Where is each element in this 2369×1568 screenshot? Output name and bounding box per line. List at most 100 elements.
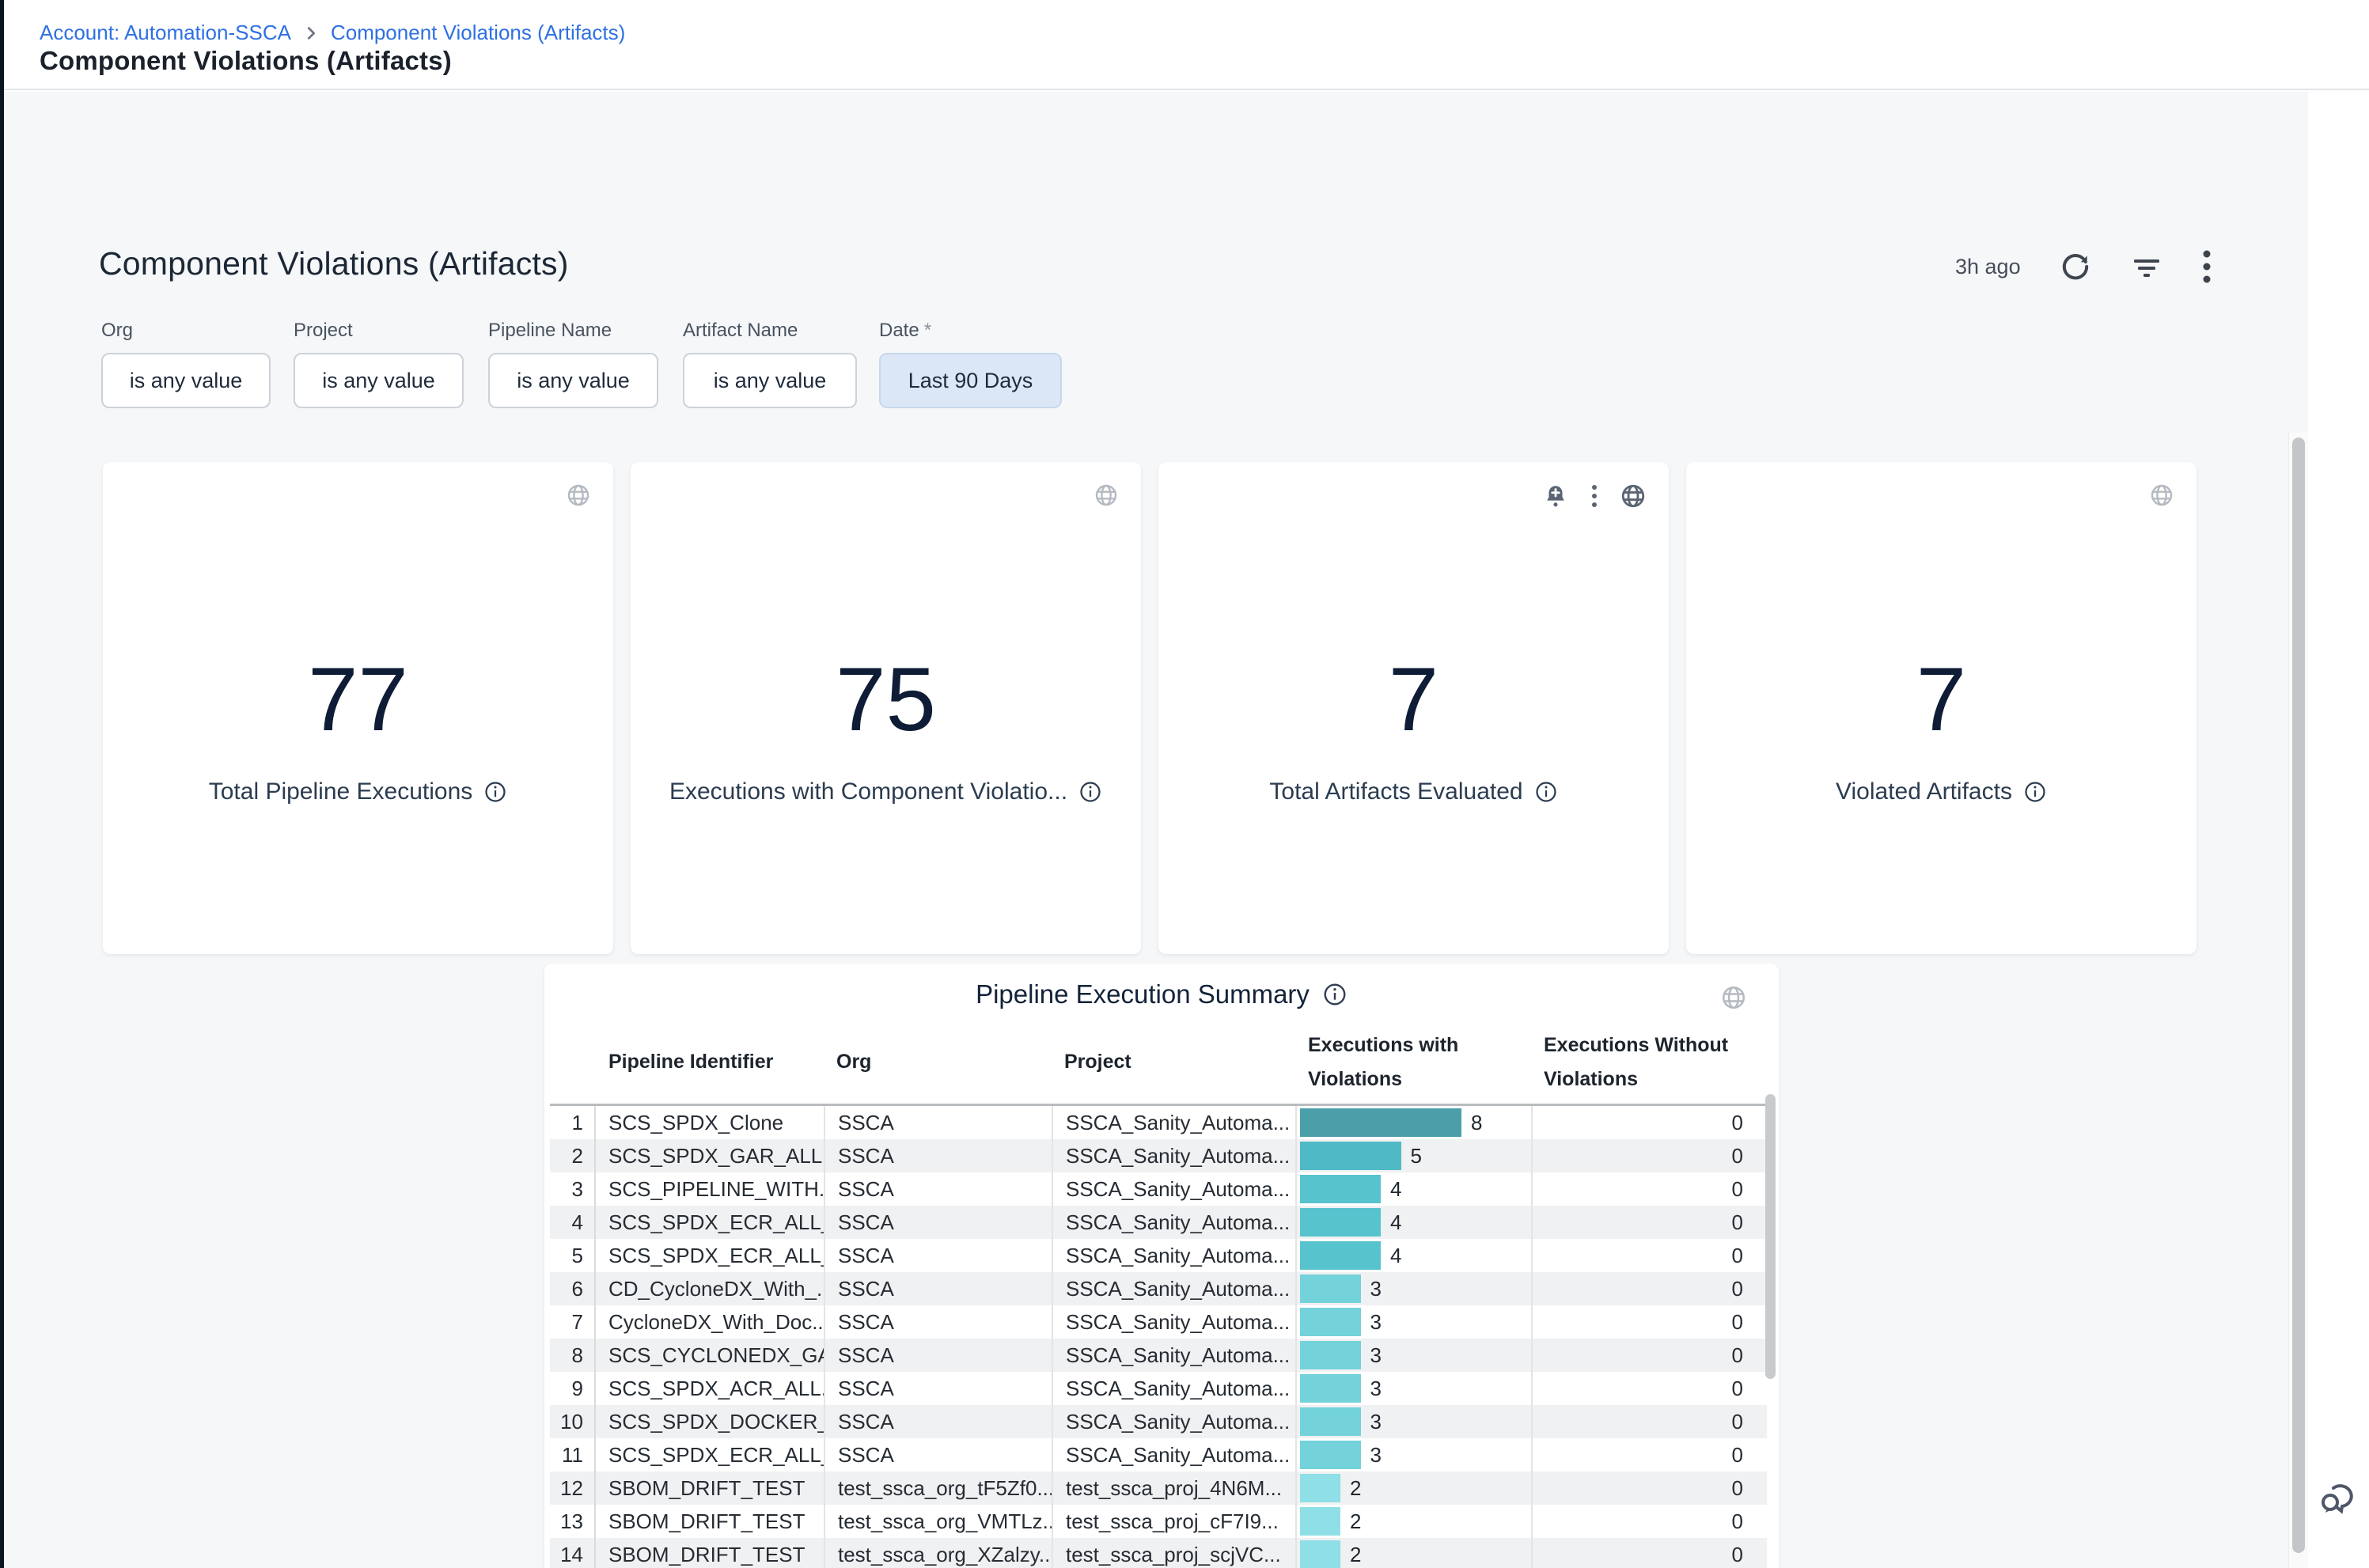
pipeline-execution-summary-card: Pipeline Execution Summary Pipeline Iden… xyxy=(544,964,1779,1568)
col-header-executions-without-violations[interactable]: Executions Without Violations xyxy=(1531,1021,1767,1104)
col-header-org[interactable]: Org xyxy=(824,1037,1052,1087)
violations-bar-value: 3 xyxy=(1370,1377,1382,1401)
violations-bar xyxy=(1300,1341,1361,1369)
table-row[interactable]: 8SCS_CYCLONEDX_GA...SSCASSCA_Sanity_Auto… xyxy=(550,1339,1767,1372)
row-number: 4 xyxy=(550,1206,596,1239)
info-icon[interactable] xyxy=(1078,780,1102,804)
filter-icon[interactable] xyxy=(2130,250,2163,283)
page-title: Component Violations (Artifacts) xyxy=(40,46,452,76)
cell-pipeline-identifier: SCS_SPDX_ACR_ALL... xyxy=(596,1372,824,1405)
cell-executions-with-violations: 8 xyxy=(1295,1106,1531,1139)
cell-org: test_ssca_org_XZalzy... xyxy=(824,1538,1052,1568)
violations-bar xyxy=(1300,1374,1361,1403)
tile-total-pipeline-executions: 77 Total Pipeline Executions xyxy=(103,462,613,954)
table-row[interactable]: 3SCS_PIPELINE_WITH...SSCASSCA_Sanity_Aut… xyxy=(550,1172,1767,1206)
row-number: 9 xyxy=(550,1372,596,1405)
screen: Account: Automation-SSCA Component Viola… xyxy=(0,0,2369,1568)
table-row[interactable]: 9SCS_SPDX_ACR_ALL...SSCASSCA_Sanity_Auto… xyxy=(550,1372,1767,1405)
violations-bar-value: 8 xyxy=(1471,1111,1482,1135)
row-number: 14 xyxy=(550,1538,596,1568)
cell-org: SSCA xyxy=(824,1206,1052,1239)
refresh-icon[interactable] xyxy=(2059,250,2092,283)
col-header-executions-with-violations[interactable]: Executions with Violations xyxy=(1295,1021,1531,1104)
globe-icon xyxy=(1720,984,1747,1011)
dashboard-canvas: Component Violations (Artifacts) 3h ago xyxy=(4,92,2308,1568)
violations-bar-value: 2 xyxy=(1350,1476,1361,1501)
row-number: 3 xyxy=(550,1172,596,1206)
info-icon[interactable] xyxy=(1534,780,1558,804)
cell-executions-without-violations: 0 xyxy=(1531,1139,1767,1172)
violations-bar-value: 3 xyxy=(1370,1277,1382,1301)
cell-org: SSCA xyxy=(824,1405,1052,1438)
table-row[interactable]: 1SCS_SPDX_CloneSSCASSCA_Sanity_Automa...… xyxy=(550,1106,1767,1139)
cell-project: SSCA_Sanity_Automa... xyxy=(1052,1405,1295,1438)
cell-executions-with-violations: 4 xyxy=(1295,1206,1531,1239)
breadcrumb-page-link[interactable]: Component Violations (Artifacts) xyxy=(331,21,625,45)
table-row[interactable]: 12SBOM_DRIFT_TESTtest_ssca_org_tF5Zf0...… xyxy=(550,1471,1767,1505)
dashboard-utilities: 3h ago xyxy=(1955,248,2212,285)
filter-date-value-button[interactable]: Last 90 Days xyxy=(879,353,1062,408)
dashboard-scrollbar-thumb[interactable] xyxy=(2292,437,2305,1553)
table-row[interactable]: 4SCS_SPDX_ECR_ALL_...SSCASSCA_Sanity_Aut… xyxy=(550,1206,1767,1239)
violations-bar xyxy=(1300,1241,1381,1270)
cell-pipeline-identifier: SBOM_DRIFT_TEST xyxy=(596,1538,824,1568)
stat-value: 7 xyxy=(1916,655,1966,745)
violations-bar-value: 3 xyxy=(1370,1443,1382,1468)
cell-pipeline-identifier: SCS_SPDX_ECR_ALL_... xyxy=(596,1239,824,1272)
cell-org: SSCA xyxy=(824,1272,1052,1305)
cell-executions-without-violations: 0 xyxy=(1531,1106,1767,1139)
violations-bar xyxy=(1300,1407,1361,1436)
chat-support-icon[interactable] xyxy=(2314,1473,2362,1521)
cell-executions-without-violations: 0 xyxy=(1531,1172,1767,1206)
table-row[interactable]: 7CycloneDX_With_Doc...SSCASSCA_Sanity_Au… xyxy=(550,1305,1767,1339)
table-row[interactable]: 2SCS_SPDX_GAR_ALL...SSCASSCA_Sanity_Auto… xyxy=(550,1139,1767,1172)
cell-pipeline-identifier: SCS_CYCLONEDX_GA... xyxy=(596,1339,824,1372)
filter-pipeline-name-value-button[interactable]: is any value xyxy=(488,353,658,408)
breadcrumb-account-link[interactable]: Account: Automation-SSCA xyxy=(40,21,291,45)
table-scrollbar-thumb[interactable] xyxy=(1765,1094,1776,1379)
cell-executions-without-violations: 0 xyxy=(1531,1405,1767,1438)
cell-project: SSCA_Sanity_Automa... xyxy=(1052,1305,1295,1339)
table-row[interactable]: 10SCS_SPDX_DOCKER_...SSCASSCA_Sanity_Aut… xyxy=(550,1405,1767,1438)
table-row[interactable]: 13SBOM_DRIFT_TESTtest_ssca_org_VMTLz...t… xyxy=(550,1505,1767,1538)
cell-pipeline-identifier: SBOM_DRIFT_TEST xyxy=(596,1471,824,1505)
table-row[interactable]: 6CD_CycloneDX_With_...SSCASSCA_Sanity_Au… xyxy=(550,1272,1767,1305)
cell-executions-with-violations: 3 xyxy=(1295,1272,1531,1305)
cell-executions-without-violations: 0 xyxy=(1531,1272,1767,1305)
violations-bar-value: 4 xyxy=(1390,1244,1401,1268)
cell-org: SSCA xyxy=(824,1438,1052,1471)
cell-project: SSCA_Sanity_Automa... xyxy=(1052,1339,1295,1372)
stat-value: 75 xyxy=(836,655,936,745)
info-icon[interactable] xyxy=(2023,780,2047,804)
table-row[interactable]: 14SBOM_DRIFT_TESTtest_ssca_org_XZalzy...… xyxy=(550,1538,1767,1568)
table-row[interactable]: 11SCS_SPDX_ECR_ALL_...SSCASSCA_Sanity_Au… xyxy=(550,1438,1767,1471)
table-row[interactable]: 5SCS_SPDX_ECR_ALL_...SSCASSCA_Sanity_Aut… xyxy=(550,1239,1767,1272)
cell-project: SSCA_Sanity_Automa... xyxy=(1052,1239,1295,1272)
filter-project-value-button[interactable]: is any value xyxy=(294,353,464,408)
info-icon[interactable] xyxy=(1322,982,1347,1007)
kebab-menu-icon[interactable] xyxy=(2201,248,2212,285)
violations-bar xyxy=(1300,1474,1340,1502)
breadcrumb: Account: Automation-SSCA Component Viola… xyxy=(40,21,625,45)
cell-executions-with-violations: 4 xyxy=(1295,1239,1531,1272)
row-number: 12 xyxy=(550,1471,596,1505)
col-header-pipeline-identifier[interactable]: Pipeline Identifier xyxy=(596,1037,824,1087)
col-header-project[interactable]: Project xyxy=(1052,1037,1295,1087)
tile-executions-with-component-violations: 75 Executions with Component Violatio... xyxy=(631,462,1141,954)
cell-project: SSCA_Sanity_Automa... xyxy=(1052,1172,1295,1206)
violations-bar xyxy=(1300,1308,1361,1336)
cell-project: test_ssca_proj_cF7I9... xyxy=(1052,1505,1295,1538)
cell-org: SSCA xyxy=(824,1339,1052,1372)
violations-bar-value: 3 xyxy=(1370,1343,1382,1368)
row-number: 7 xyxy=(550,1305,596,1339)
row-number: 1 xyxy=(550,1106,596,1139)
info-icon[interactable] xyxy=(483,780,507,804)
filter-org-value-button[interactable]: is any value xyxy=(101,353,271,408)
filter-artifact-name-value-button[interactable]: is any value xyxy=(683,353,857,408)
cell-org: SSCA xyxy=(824,1172,1052,1206)
cell-executions-without-violations: 0 xyxy=(1531,1206,1767,1239)
cell-executions-with-violations: 2 xyxy=(1295,1505,1531,1538)
stat-label: Total Pipeline Executions xyxy=(209,778,473,805)
cell-executions-without-violations: 0 xyxy=(1531,1538,1767,1568)
cell-org: SSCA xyxy=(824,1106,1052,1139)
